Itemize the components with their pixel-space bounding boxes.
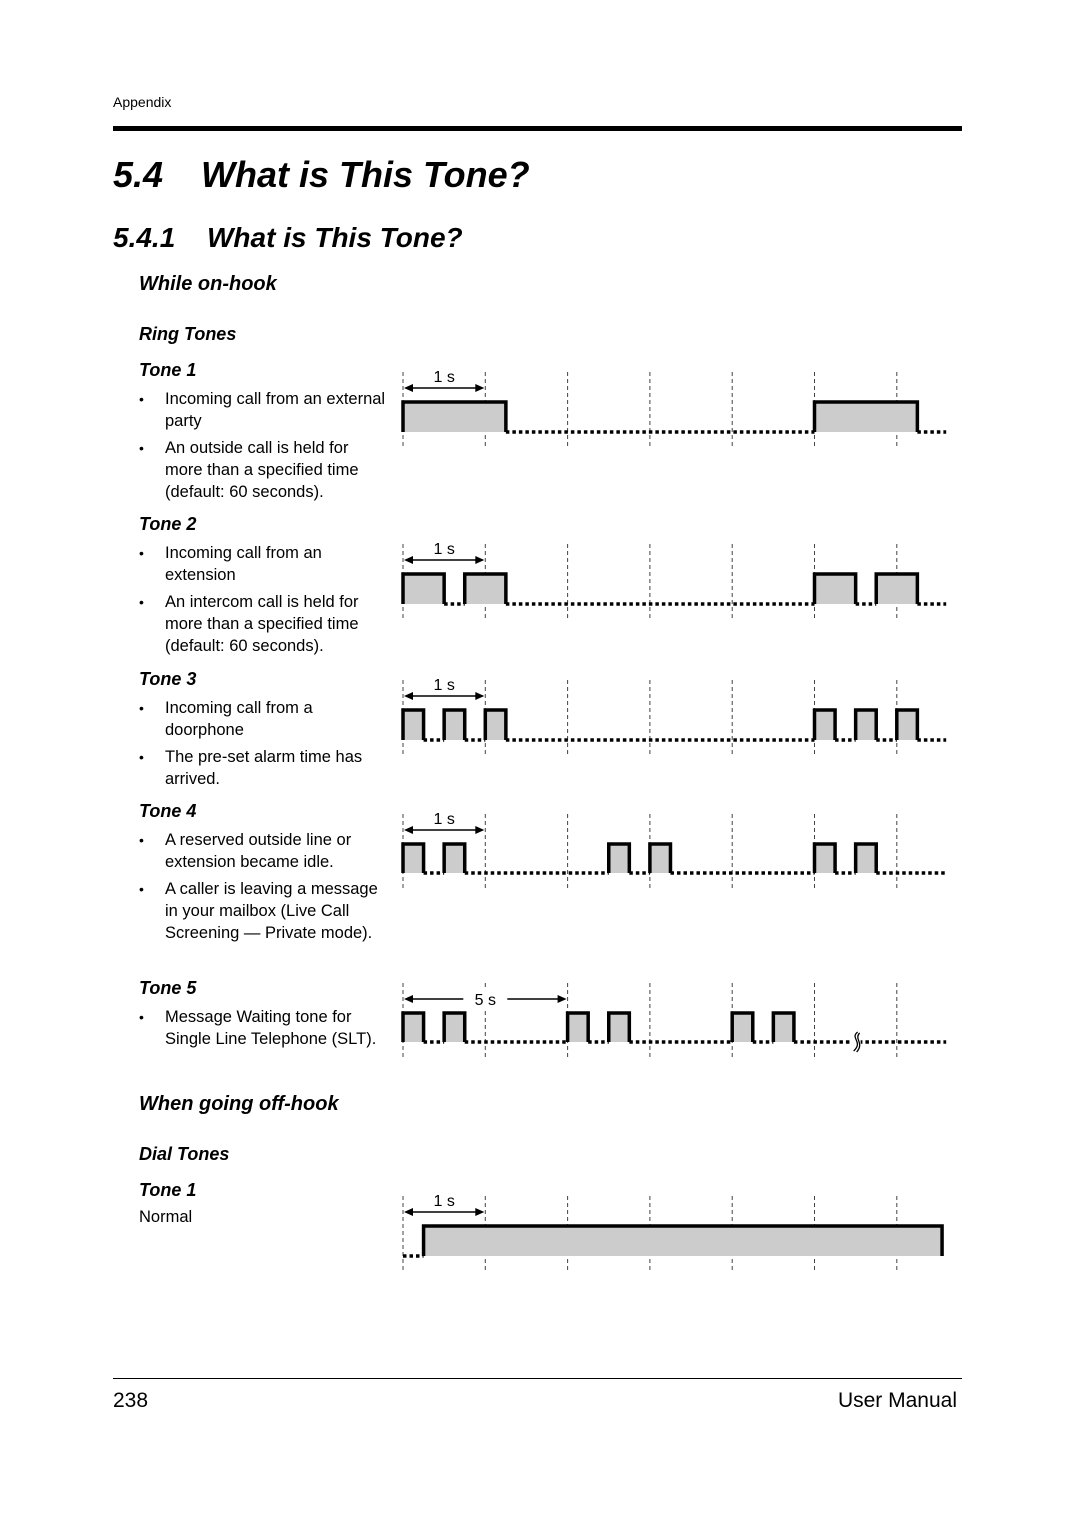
section-title-text: What is This Tone? (201, 154, 530, 195)
ring-tone-1-label: Tone 1 (139, 360, 197, 380)
bullet-item: Incoming call from a doorphone (139, 697, 389, 741)
tone-pulse (608, 844, 630, 873)
tone-pulse (896, 710, 918, 740)
arrow-left-icon (404, 826, 413, 834)
arrow-right-icon (557, 995, 567, 1003)
scale-label: 1 s (433, 369, 454, 386)
dial-tone-1-description: Normal (139, 1208, 193, 1226)
arrow-right-icon (475, 556, 485, 564)
arrow-left-icon (404, 692, 413, 700)
tone-pulse (814, 402, 918, 432)
tone-pulse (608, 1013, 630, 1042)
bullet-item: A reserved outside line or extension bec… (139, 829, 389, 873)
ring-tone-5-label: Tone 5 (139, 978, 197, 998)
dial-tones-heading: Dial Tones (139, 1144, 230, 1164)
tone-pulse (814, 710, 836, 740)
bullet-item: Incoming call from an extension (139, 542, 389, 586)
tone-pulse (732, 1013, 753, 1042)
ring-tone-5-diagram: 5 s (401, 983, 947, 1058)
tone-pulse (403, 710, 424, 740)
tone-pulse (423, 1226, 943, 1256)
ring-tone-1-diagram: 1 s (401, 369, 947, 448)
footer-rule (113, 1378, 962, 1379)
scale-label: 1 s (433, 811, 454, 828)
tone-pulse (855, 710, 877, 740)
on-hook-heading: While on-hook (139, 273, 277, 295)
ring-tone-1-bullets: Incoming call from an external party An … (139, 388, 389, 508)
tone-pulse (649, 844, 671, 873)
arrow-right-icon (475, 384, 485, 392)
bullet-item: Message Waiting tone for Single Line Tel… (139, 1006, 389, 1050)
tone-pulse (403, 1013, 424, 1042)
bullet-item: Incoming call from an external party (139, 388, 389, 432)
tone-pulse (814, 574, 856, 604)
bullet-item: An intercom call is held for more than a… (139, 591, 389, 657)
tone-pulse (444, 1013, 465, 1042)
document-title: User Manual (837, 1389, 957, 1412)
dial-tone-1-label: Tone 1 (139, 1180, 197, 1200)
ring-tones-heading: Ring Tones (139, 324, 237, 344)
tone-pulse (444, 710, 465, 740)
ring-tone-2-label: Tone 2 (139, 514, 197, 534)
bullet-item: The pre-set alarm time has arrived. (139, 746, 389, 790)
running-head: Appendix (113, 94, 172, 110)
subsection-title-text: What is This Tone? (207, 222, 463, 253)
tone-pulse (485, 710, 506, 740)
tone-pulse (403, 402, 506, 432)
section-title: 5.4 What is This Tone? (113, 154, 530, 196)
arrow-left-icon (404, 384, 413, 392)
arrow-right-icon (475, 826, 485, 834)
ring-tone-5-bullets: Message Waiting tone for Single Line Tel… (139, 1006, 389, 1055)
scale-label: 5 s (475, 992, 496, 1009)
ring-tone-3-diagram: 1 s (401, 677, 947, 756)
dial-tone-1-diagram: 1 s (402, 1193, 944, 1272)
off-hook-heading: When going off-hook (139, 1093, 339, 1115)
tone-pulse (464, 574, 506, 604)
page-number: 238 (113, 1389, 149, 1412)
bullet-item: An outside call is held for more than a … (139, 437, 389, 503)
scale-label: 1 s (433, 677, 454, 694)
bullet-item: A caller is leaving a message in your ma… (139, 878, 389, 944)
tone-pulse (444, 844, 465, 873)
subsection-number: 5.4.1 (113, 222, 176, 253)
section-number: 5.4 (113, 154, 164, 195)
ring-tone-2-bullets: Incoming call from an extension An inter… (139, 542, 389, 662)
scale-label: 1 s (433, 541, 454, 558)
tone-pulse (403, 844, 424, 873)
tone-pulse (814, 844, 836, 873)
scale-label: 1 s (433, 1193, 454, 1210)
tone-pulse (403, 574, 445, 604)
ring-tone-2-diagram: 1 s (401, 541, 947, 620)
arrow-left-icon (404, 995, 413, 1003)
ring-tone-3-label: Tone 3 (139, 669, 197, 689)
arrow-right-icon (475, 692, 485, 700)
tone-pulse (855, 844, 877, 873)
header-rule (113, 126, 962, 131)
arrow-left-icon (404, 556, 413, 564)
tone-pulse (773, 1013, 794, 1042)
arrow-right-icon (475, 1208, 485, 1216)
tone-pulse (567, 1013, 589, 1042)
ring-tone-4-diagram: 1 s (401, 811, 947, 889)
tone-pulse (876, 574, 918, 604)
arrow-left-icon (404, 1208, 413, 1216)
subsection-title: 5.4.1 What is This Tone? (113, 222, 463, 254)
ring-tone-4-bullets: A reserved outside line or extension bec… (139, 829, 389, 949)
ring-tone-3-bullets: Incoming call from a doorphone The pre-s… (139, 697, 389, 795)
ring-tone-4-label: Tone 4 (139, 801, 197, 821)
